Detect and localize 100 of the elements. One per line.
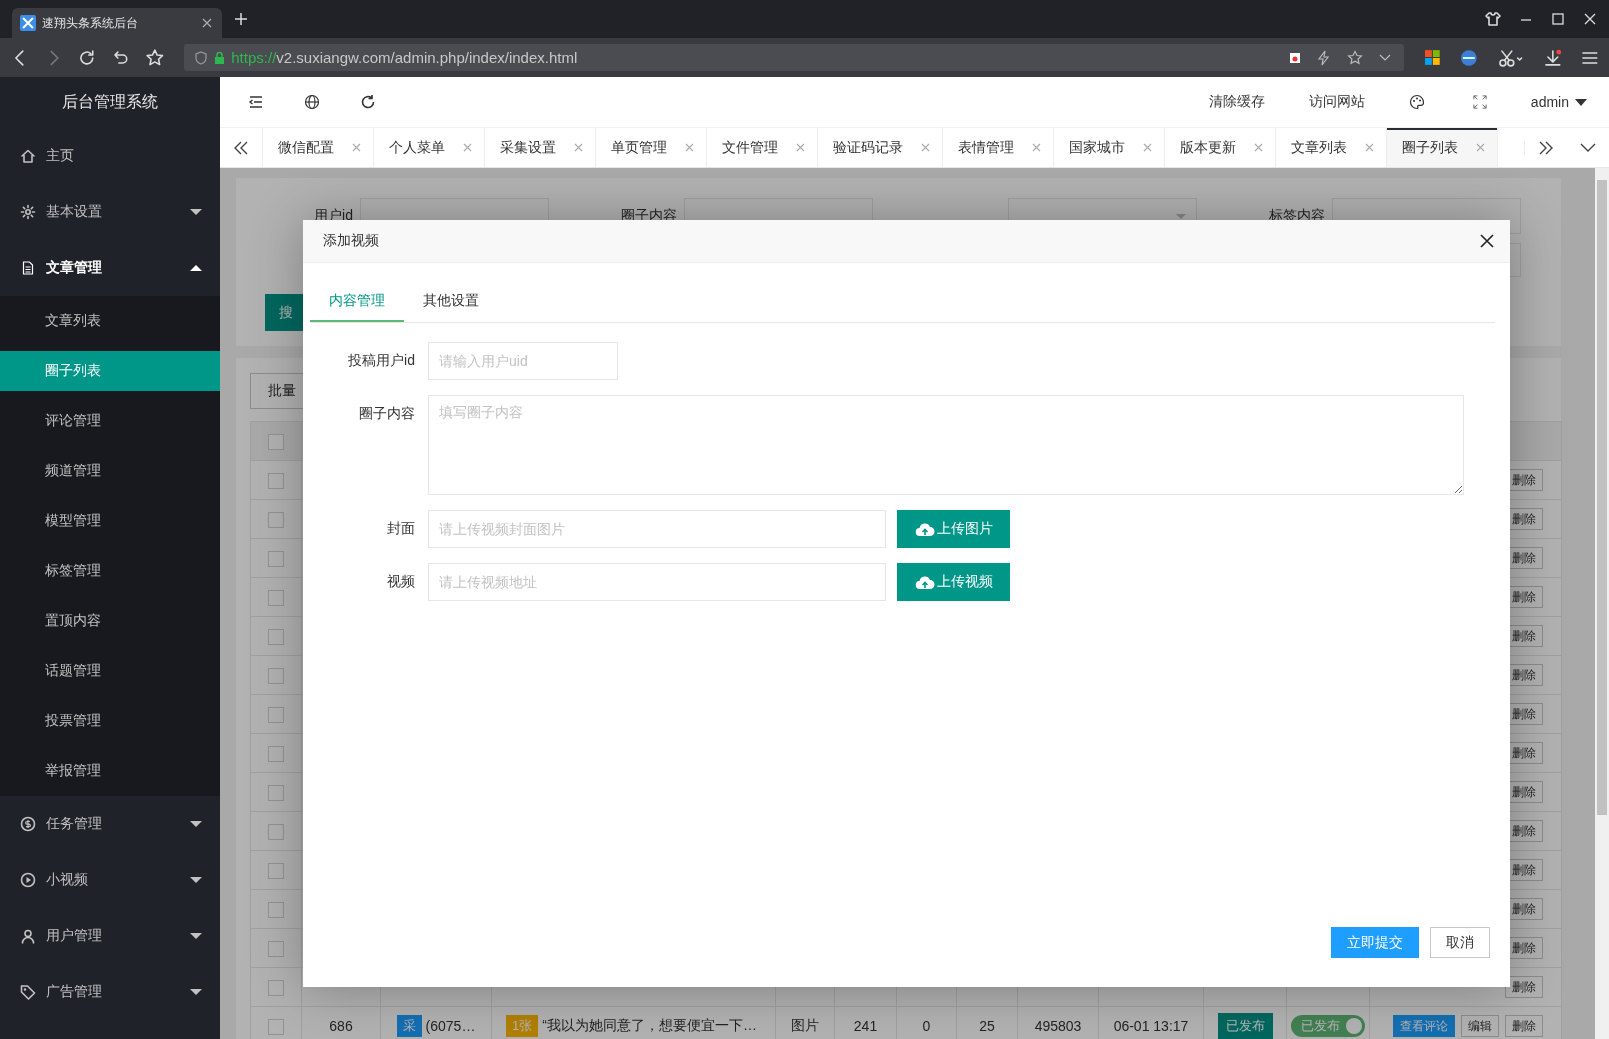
tiles-icon[interactable] — [1423, 49, 1441, 66]
page-tab[interactable]: 国家城市 — [1054, 128, 1165, 167]
star-icon[interactable] — [1346, 49, 1363, 66]
user-icon — [20, 928, 36, 944]
new-tab-icon[interactable] — [234, 12, 248, 26]
checkbox[interactable] — [268, 550, 284, 567]
dialog-title: 添加视频 — [323, 232, 379, 250]
table-cell: 25 — [979, 1018, 995, 1034]
blocked-icon — [1288, 51, 1301, 64]
page-tab[interactable]: 圈子列表 — [1387, 128, 1498, 167]
table-cell: 495803 — [1034, 1018, 1082, 1034]
lock-icon — [213, 50, 227, 65]
shield-icon — [194, 50, 209, 65]
scissors-icon[interactable] — [1498, 48, 1524, 67]
header-link[interactable]: 访问网站 — [1308, 93, 1365, 111]
checkbox[interactable] — [268, 979, 284, 996]
sidebar-item[interactable]: 广告管理 — [0, 964, 220, 1020]
delete-button[interactable]: 删除 — [1505, 1015, 1543, 1037]
submenu-item[interactable]: 模型管理 — [0, 496, 220, 546]
address-field[interactable]: https://v2.suxiangw.com/admin.php/index/index.html — [184, 44, 1404, 71]
submenu-item[interactable]: 举报管理 — [0, 746, 220, 796]
sidebar-item[interactable]: 主页 — [0, 128, 220, 184]
submenu-item[interactable]: 圈子列表 — [0, 351, 220, 391]
submenu-item[interactable]: 话题管理 — [0, 646, 220, 696]
upload-button[interactable]: 上传视频 — [897, 563, 1010, 601]
reload-icon[interactable] — [77, 47, 97, 68]
field-label: 投稿用户id — [347, 352, 415, 370]
sidebar-item[interactable]: 任务管理 — [0, 796, 220, 852]
page-tab[interactable]: 验证码记录 — [818, 128, 943, 167]
cancel-button[interactable]: 取消 — [1430, 927, 1490, 958]
checkbox[interactable] — [268, 1018, 284, 1035]
checkbox[interactable] — [268, 823, 284, 840]
submenu-item[interactable]: 评论管理 — [0, 396, 220, 446]
dialog-tab[interactable]: 其他设置 — [404, 280, 498, 322]
text-area[interactable]: 填写圈子内容 — [428, 395, 1464, 495]
caret-down-icon — [190, 820, 202, 828]
shirt-icon[interactable] — [1485, 11, 1501, 27]
lightning-icon[interactable] — [1315, 49, 1332, 66]
upload-button[interactable]: 上传图片 — [897, 510, 1010, 548]
checkbox[interactable] — [268, 745, 284, 762]
fullscreen-icon[interactable] — [1472, 95, 1487, 109]
submenu-item[interactable]: 置顶内容 — [0, 596, 220, 646]
checkbox[interactable] — [268, 862, 284, 879]
count-tag: 1张 — [506, 1015, 539, 1037]
page-tab[interactable]: 表情管理 — [943, 128, 1054, 167]
star-icon[interactable] — [144, 47, 165, 68]
checkbox[interactable] — [268, 433, 284, 450]
scrollbar-thumb[interactable] — [1597, 180, 1607, 815]
user-menu[interactable]: admin — [1530, 94, 1587, 110]
caret-down-icon — [190, 988, 202, 996]
delete-button[interactable]: 删除 — [1505, 976, 1543, 998]
download-icon[interactable] — [1543, 48, 1562, 67]
checkbox[interactable] — [268, 940, 284, 957]
url-text: https://v2.suxiangw.com/admin.php/index/index.html — [231, 49, 578, 66]
checkbox[interactable] — [268, 784, 284, 801]
tab-title: 速翔头条系统后台 — [42, 14, 139, 32]
checkbox[interactable] — [268, 511, 284, 528]
menu-fold-icon[interactable] — [248, 94, 264, 110]
table-cell: 图片 — [791, 1017, 819, 1033]
sidebar-item[interactable]: 文章管理 — [0, 240, 220, 296]
page-tab[interactable]: 个人菜单 — [374, 128, 485, 167]
checkbox[interactable] — [268, 706, 284, 723]
table-cell: “我以为她同意了，想要便宜一下… — [542, 1017, 757, 1035]
page-tab[interactable]: 单页管理 — [596, 128, 707, 167]
page-tab[interactable]: 版本更新 — [1165, 128, 1276, 167]
checkbox[interactable] — [268, 901, 284, 918]
maximize-icon[interactable] — [1551, 12, 1565, 26]
sidebar-item[interactable]: 用户管理 — [0, 908, 220, 964]
checkbox[interactable] — [268, 589, 284, 606]
checkbox[interactable] — [268, 667, 284, 684]
edit-button[interactable]: 编辑 — [1461, 1015, 1499, 1037]
caret-down-icon — [1575, 98, 1587, 106]
home-icon — [20, 148, 36, 164]
caret-down-icon — [190, 208, 202, 216]
sidebar-item[interactable]: 基本设置 — [0, 184, 220, 240]
app-icon — [20, 15, 36, 31]
table-cell: 686 — [329, 1018, 353, 1034]
submenu-item[interactable]: 频道管理 — [0, 446, 220, 496]
input-field[interactable]: 请输入用户uid — [428, 342, 618, 380]
field-label: 封面 — [386, 520, 415, 538]
sidebar-item[interactable]: 小视频 — [0, 852, 220, 908]
submenu-item[interactable]: 标签管理 — [0, 546, 220, 596]
refresh-icon[interactable] — [360, 94, 376, 110]
submenu-item[interactable]: 投票管理 — [0, 696, 220, 746]
browser-tab[interactable]: 速翔头条系统后台 — [12, 8, 222, 38]
submenu-item[interactable]: 文章列表 — [0, 296, 220, 346]
play-icon — [20, 872, 36, 888]
header-link[interactable]: 清除缓存 — [1208, 93, 1265, 111]
caret-down-icon — [190, 876, 202, 884]
checkbox[interactable] — [268, 628, 284, 645]
page-tab[interactable]: 采集设置 — [485, 128, 596, 167]
page-tab[interactable]: 文件管理 — [707, 128, 818, 167]
checkbox[interactable] — [268, 472, 284, 489]
palette-icon[interactable] — [1408, 94, 1425, 110]
field-label: 圈子内容 — [358, 404, 415, 423]
page-tab[interactable]: 微信配置 — [263, 128, 374, 167]
gear-icon — [20, 204, 36, 220]
dialog-tab[interactable]: 内容管理 — [310, 280, 404, 322]
field-label: 视频 — [386, 573, 415, 591]
close-icon[interactable] — [1480, 234, 1494, 248]
